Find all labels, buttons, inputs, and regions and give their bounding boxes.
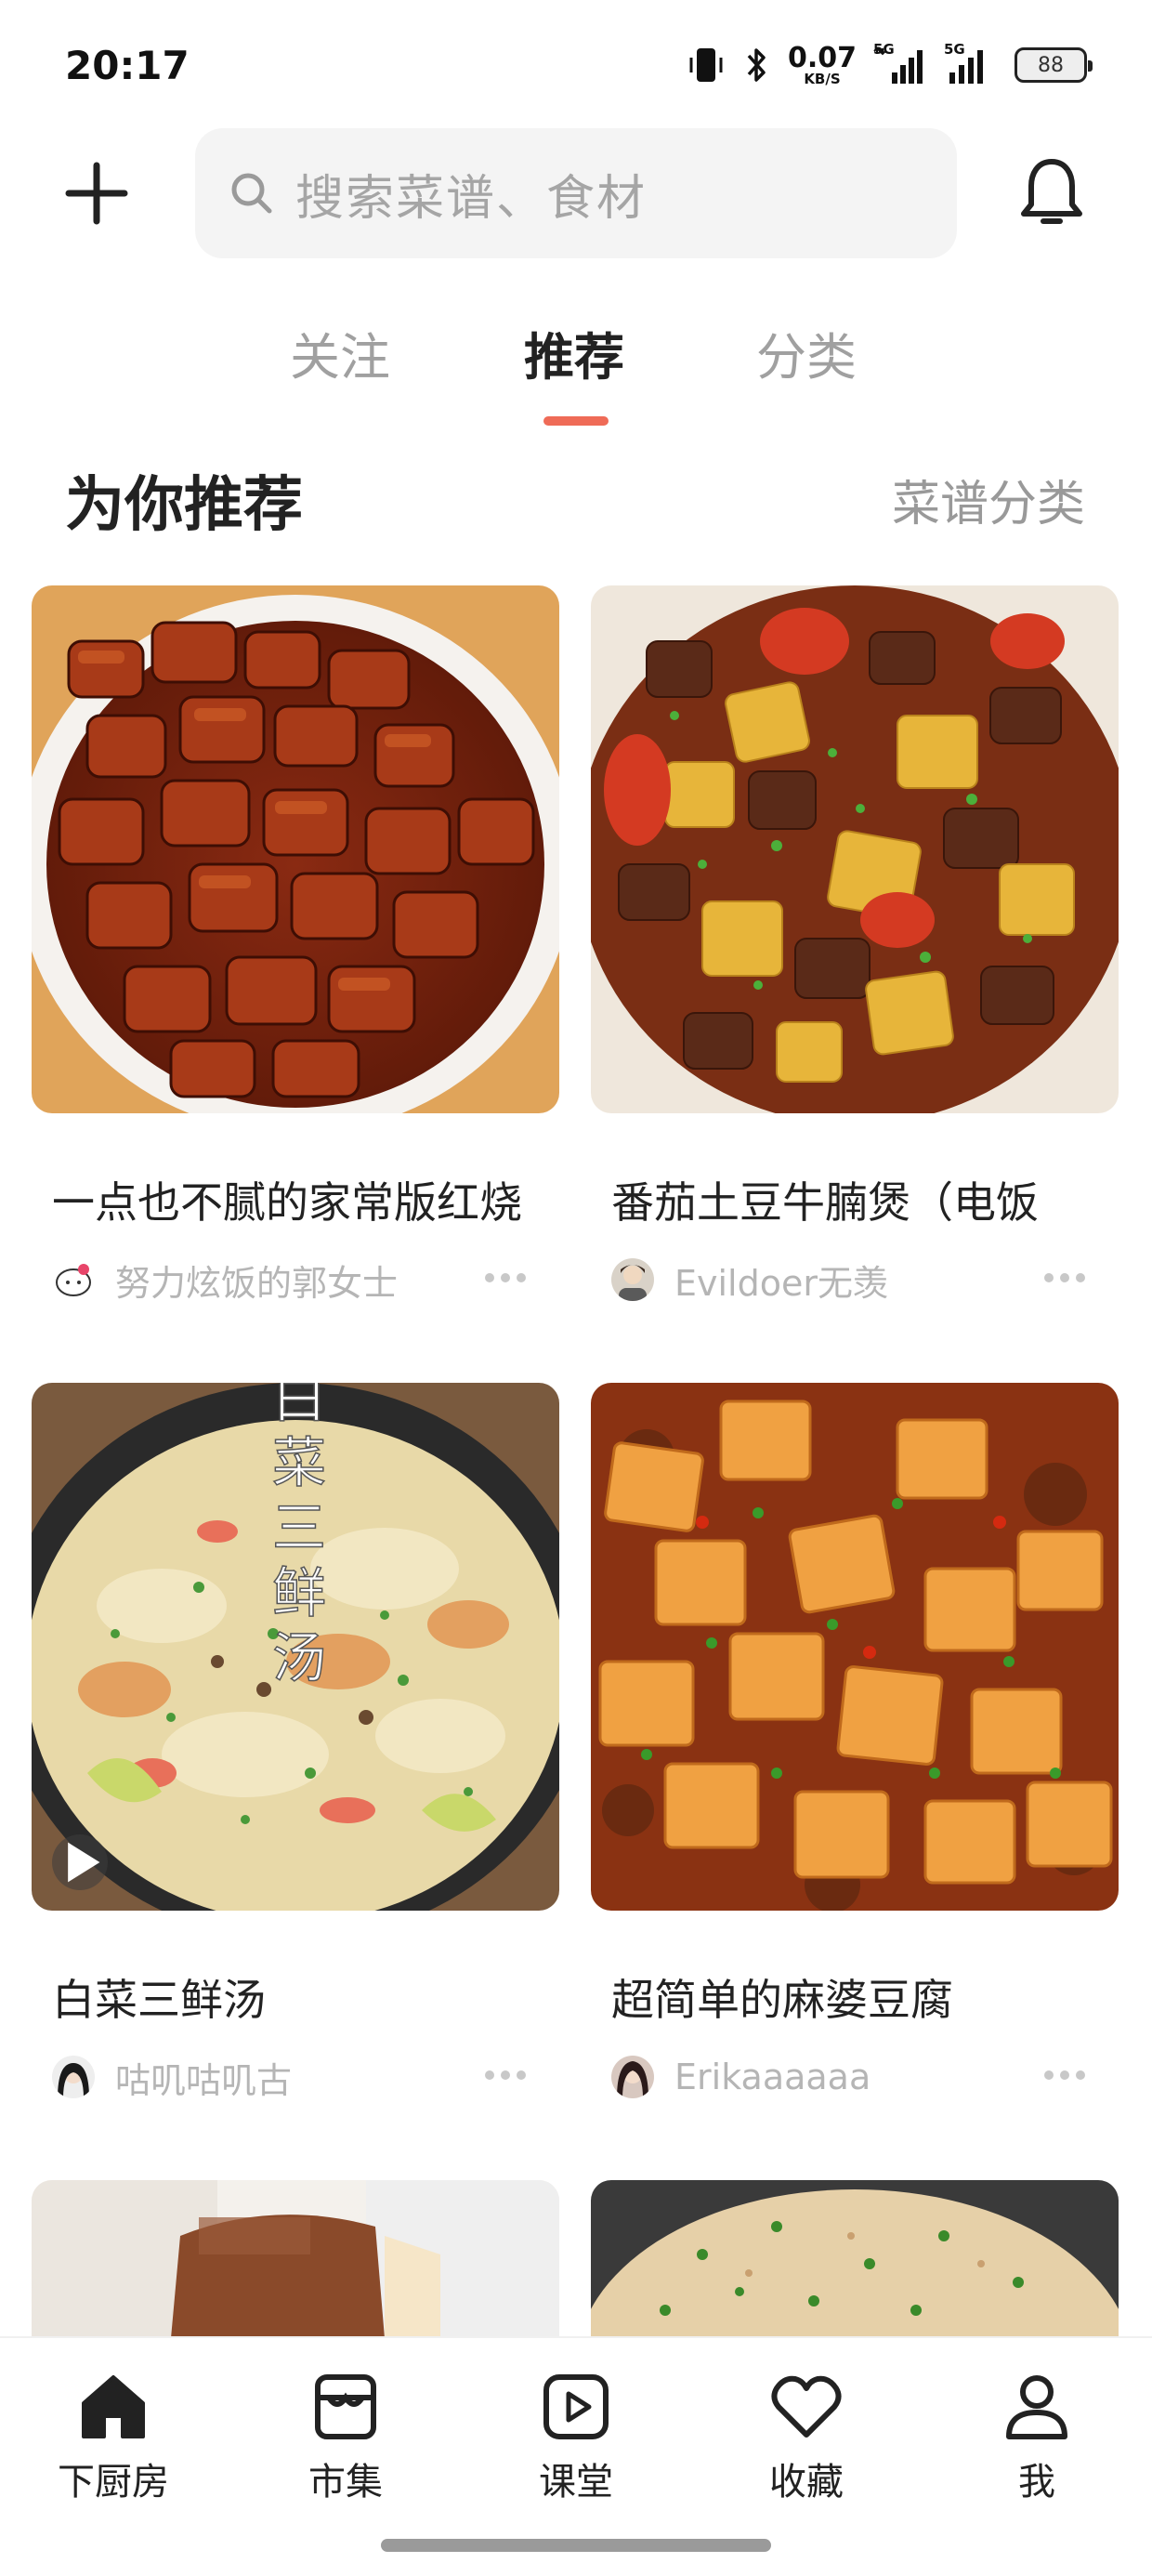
recipe-image (32, 2180, 559, 2338)
status-bar: 20:17 0.07 KB/S 5G 5G 88 (0, 0, 1152, 130)
home-icon (82, 2375, 145, 2438)
add-button[interactable] (63, 160, 130, 227)
tiramisu-image (32, 2180, 559, 2338)
image-caption: 白菜三鲜汤 (263, 1383, 326, 1694)
bluetooth-icon (747, 48, 766, 82)
avatar[interactable] (611, 1258, 654, 1301)
avatar[interactable] (611, 2056, 654, 2098)
beef-potato-stew-image (591, 585, 1119, 1113)
cabbage-soup-image: 白菜三鲜汤 (32, 1383, 559, 1911)
scallion-pancake-image (591, 2180, 1119, 2338)
recipe-image: 白菜三鲜汤 (32, 1383, 559, 1911)
mapo-tofu-image (591, 1383, 1119, 1911)
nav-label: 我 (1018, 2461, 1055, 2504)
nav-label: 市集 (308, 2461, 383, 2504)
more-icon[interactable] (485, 1273, 526, 1282)
home-indicator[interactable] (381, 2539, 771, 2552)
recipe-card[interactable]: 超简单的麻婆豆腐 Erikaaaaaa (591, 1383, 1119, 2098)
tab-category[interactable]: 分类 (756, 316, 857, 389)
more-icon[interactable] (1044, 2070, 1085, 2080)
heart-icon (771, 2375, 842, 2438)
author-name[interactable]: Erikaaaaaa (674, 2057, 871, 2097)
recipe-title[interactable]: 番茄土豆牛腩煲（电饭 (611, 1169, 1113, 1230)
net-speed-value: 0.07 (787, 41, 857, 74)
more-icon[interactable] (485, 2070, 526, 2080)
sim2-label: 5G (944, 41, 965, 58)
author-name[interactable]: Evildoer无羡 (674, 1255, 888, 1306)
section-title: 为你推荐 (65, 471, 303, 540)
braised-pork-image (32, 585, 559, 1113)
nav-home[interactable]: 下厨房 (30, 2372, 197, 2505)
search-placeholder: 搜索菜谱、食材 (295, 170, 648, 227)
author-row: 努力炫饭的郭女士 (52, 1255, 554, 1306)
active-tab-indicator (543, 416, 609, 426)
nav-favorites[interactable]: 收藏 (723, 2372, 890, 2505)
tab-following[interactable]: 关注 (290, 316, 390, 389)
net-speed-unit: KB/S (804, 70, 841, 87)
notification-button[interactable] (1018, 154, 1085, 232)
recipe-title[interactable]: 一点也不腻的家常版红烧 (52, 1169, 554, 1230)
tab-recommend[interactable]: 推荐 (524, 316, 624, 389)
signal-2: 5G (944, 41, 998, 85)
play-icon (543, 2374, 609, 2439)
recipe-image (591, 1383, 1119, 1911)
market-icon (315, 2374, 376, 2439)
recipe-image (32, 585, 559, 1113)
nav-label: 下厨房 (58, 2461, 169, 2504)
recipe-category-link[interactable]: 菜谱分类 (892, 465, 1085, 534)
status-time: 20:17 (65, 43, 190, 88)
nav-classroom[interactable]: 课堂 (492, 2372, 660, 2505)
recipe-image (591, 2180, 1119, 2338)
recipe-image (591, 585, 1119, 1113)
nav-me[interactable]: 我 (953, 2372, 1120, 2505)
author-row: Evildoer无羡 (611, 1255, 1113, 1306)
recipe-title[interactable]: 白菜三鲜汤 (52, 1966, 554, 2028)
nav-label: 课堂 (539, 2461, 613, 2504)
author-name[interactable]: 努力炫饭的郭女士 (115, 1255, 398, 1306)
recipe-card[interactable]: 一点也不腻的家常版红烧 努力炫饭的郭女士 (32, 585, 559, 1304)
vibrate-icon (689, 48, 723, 82)
recipe-title[interactable]: 超简单的麻婆豆腐 (611, 1966, 1113, 2028)
recipe-card[interactable]: 白菜三鲜汤 白菜三鲜汤 咕叽咕叽古 (32, 1383, 559, 2101)
recipe-card[interactable] (32, 2180, 559, 2338)
plus-icon (65, 162, 128, 225)
person-icon (1006, 2375, 1067, 2439)
search-icon (231, 173, 272, 214)
author-row: 咕叽咕叽古 (52, 2052, 554, 2103)
nav-market[interactable]: 市集 (262, 2372, 429, 2505)
recipe-card[interactable] (591, 2180, 1119, 2338)
avatar[interactable] (52, 1258, 95, 1301)
author-row: Erikaaaaaa (611, 2054, 1113, 2100)
tab-bar: 关注 推荐 分类 (0, 316, 1152, 437)
search-input[interactable]: 搜索菜谱、食材 (195, 128, 957, 258)
bell-icon (1021, 159, 1082, 224)
avatar[interactable] (52, 2056, 95, 2098)
sim1-label: 5G (873, 41, 895, 58)
recipe-card[interactable]: 番茄土豆牛腩煲（电饭 Evildoer无羡 (591, 585, 1119, 1304)
status-icons: 0.07 KB/S 5G 5G 88 (686, 41, 1093, 89)
nav-label: 收藏 (769, 2461, 844, 2504)
author-name[interactable]: 咕叽咕叽古 (115, 2052, 292, 2103)
video-play-icon (52, 1834, 108, 1890)
battery-icon: 88 (1015, 47, 1093, 83)
signal-1: 5G (873, 41, 927, 85)
net-speed: 0.07 KB/S (787, 41, 857, 87)
more-icon[interactable] (1044, 1273, 1085, 1282)
